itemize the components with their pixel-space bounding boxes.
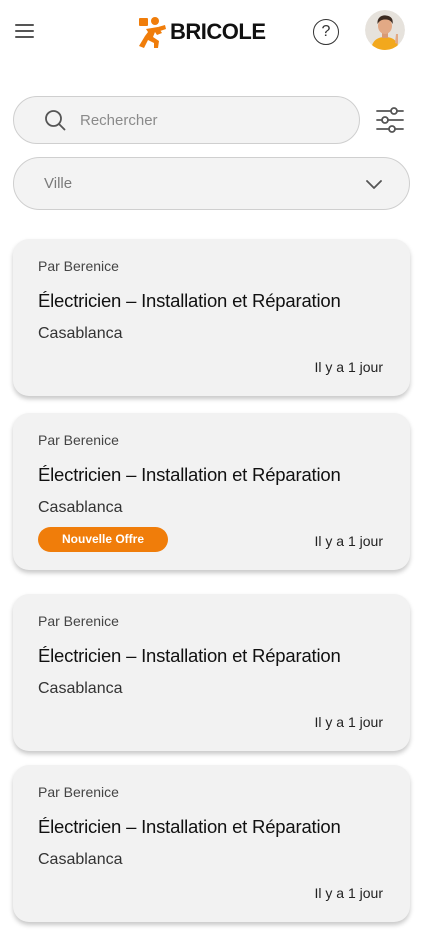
chevron-down-icon xyxy=(366,180,382,189)
city-select-label: Ville xyxy=(44,175,73,192)
listing-time: Il y a 1 jour xyxy=(314,359,383,375)
app-header: BRICOLE ? xyxy=(0,0,430,64)
listing-time: Il y a 1 jour xyxy=(314,533,383,549)
listing-card[interactable]: Par Berenice Électricien – Installation … xyxy=(13,413,410,570)
search-input[interactable] xyxy=(80,97,340,143)
hamburger-menu-icon[interactable] xyxy=(14,22,36,40)
listing-title: Électricien – Installation et Réparation xyxy=(38,645,341,666)
help-symbol: ? xyxy=(321,23,331,40)
search-bar xyxy=(13,96,360,144)
listing-title: Électricien – Installation et Réparation xyxy=(38,464,341,485)
help-icon[interactable]: ? xyxy=(313,19,339,45)
running-worker-logo-icon xyxy=(139,17,166,48)
listing-author: Par Berenice xyxy=(38,613,119,629)
listing-title: Électricien – Installation et Réparation xyxy=(38,816,341,837)
listing-author: Par Berenice xyxy=(38,432,119,448)
search-icon xyxy=(45,110,66,131)
listing-card[interactable]: Par Berenice Électricien – Installation … xyxy=(13,239,410,396)
city-select[interactable]: Ville xyxy=(13,157,410,210)
listing-time: Il y a 1 jour xyxy=(314,714,383,730)
filter-sliders-icon[interactable] xyxy=(375,106,405,134)
listing-city: Casablanca xyxy=(38,499,123,516)
new-offer-badge: Nouvelle Offre xyxy=(38,527,169,552)
brand-logo[interactable]: BRICOLE xyxy=(138,14,266,50)
app-screen: BRICOLE ? Rechercher Ville Par Berenice … xyxy=(0,0,430,932)
avatar-image xyxy=(365,10,405,50)
brand-name: BRICOLE xyxy=(170,19,266,44)
user-avatar[interactable] xyxy=(365,10,405,50)
listing-card[interactable]: Par Berenice Électricien – Installation … xyxy=(13,765,410,922)
listing-author: Par Berenice xyxy=(38,258,119,274)
listing-city: Casablanca xyxy=(38,680,123,697)
listing-city: Casablanca xyxy=(38,851,123,868)
listing-time: Il y a 1 jour xyxy=(314,885,383,901)
listing-city: Casablanca xyxy=(38,325,123,342)
listing-title: Électricien – Installation et Réparation xyxy=(38,290,341,311)
listing-card[interactable]: Par Berenice Électricien – Installation … xyxy=(13,594,410,751)
listing-author: Par Berenice xyxy=(38,784,119,800)
